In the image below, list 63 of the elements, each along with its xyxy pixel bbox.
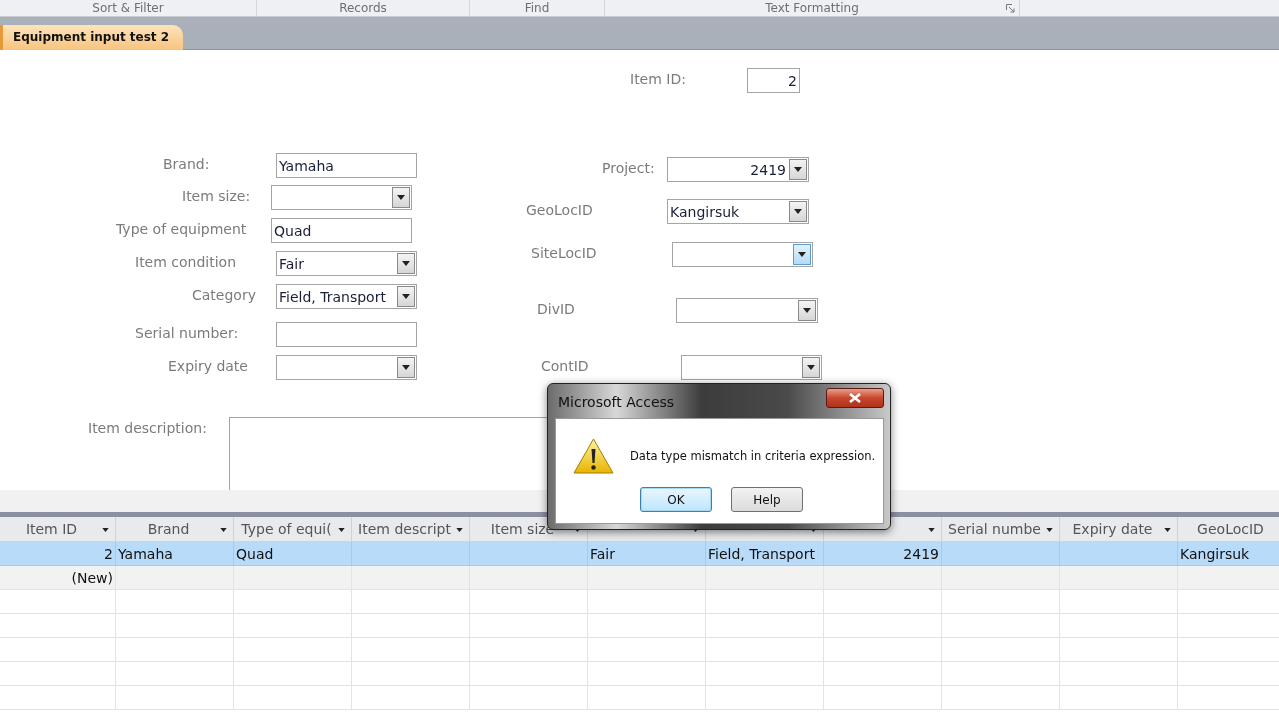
caret-icon [807, 365, 815, 370]
column-header[interactable]: GeoLocID [1178, 517, 1279, 542]
combo-box[interactable]: Field, Transport [276, 284, 417, 309]
dropdown-button[interactable] [397, 286, 415, 307]
column-header[interactable]: Item ID [0, 517, 116, 542]
document-tab[interactable]: Equipment input test 2 [0, 25, 184, 50]
field-label: Expiry date [168, 358, 248, 375]
field-label: Project: [602, 160, 655, 177]
dialog-launcher-icon[interactable] [1006, 4, 1015, 13]
dialog-title: Microsoft Access [558, 394, 675, 410]
field-label: Category [192, 287, 256, 304]
dialog-button[interactable]: Help [731, 487, 803, 512]
close-icon [849, 393, 861, 403]
field-label: Item ID: [630, 71, 686, 88]
ribbon-group-label: Records [339, 1, 387, 15]
caret-icon [402, 294, 410, 299]
ribbon-group-label: Find [524, 1, 550, 15]
ribbon-group-label: Sort & Filter [92, 1, 164, 15]
dropdown-button[interactable] [798, 300, 816, 321]
field-label: GeoLocID [526, 202, 593, 219]
field-label: Item condition [135, 254, 237, 271]
table-cell: (New) [0, 566, 116, 590]
dropdown-button[interactable] [789, 201, 807, 222]
field-label: SiteLocID [531, 245, 597, 262]
column-header[interactable]: Type of equi( [234, 517, 352, 542]
combo-box[interactable]: Fair [276, 251, 417, 276]
dropdown-button[interactable] [397, 357, 415, 378]
dropdown-button[interactable] [789, 159, 807, 180]
field-label: Item size: [182, 188, 251, 205]
field-label: Brand: [163, 156, 210, 173]
input-field[interactable]: Yamaha [276, 153, 417, 178]
caret-icon [803, 308, 811, 313]
close-button[interactable] [826, 388, 884, 408]
dialog-message: Data type mismatch in criteria expression. [630, 449, 876, 463]
column-header[interactable]: Item descript [352, 517, 470, 542]
combo-box[interactable]: 2419 [667, 157, 809, 182]
caret-icon [402, 365, 410, 370]
combo-box[interactable]: Kangirsuk [667, 199, 809, 224]
caret-icon [397, 195, 405, 200]
caret-icon [798, 252, 806, 257]
field-label: ContID [541, 358, 589, 375]
caret-icon [794, 209, 802, 214]
dropdown-button[interactable] [793, 244, 811, 265]
field-label: DivID [537, 301, 575, 318]
column-header[interactable]: Expiry date [1060, 517, 1178, 542]
field-label: Serial number: [135, 325, 239, 342]
table-row[interactable]: (New) [0, 566, 1279, 590]
column-header[interactable]: Brand [116, 517, 234, 542]
input-field[interactable]: 2 [747, 68, 800, 93]
caret-icon [794, 167, 802, 172]
dropdown-button[interactable] [397, 253, 415, 274]
field-label: Type of equipment [116, 221, 247, 238]
input-field[interactable]: Quad [271, 218, 412, 243]
dialog-button[interactable]: OK [640, 487, 712, 512]
input-field[interactable] [276, 322, 417, 347]
column-header[interactable]: Serial numbe [942, 517, 1060, 542]
dropdown-button[interactable] [802, 357, 820, 378]
field-label: Item description: [88, 420, 207, 437]
warning-icon [573, 438, 614, 475]
ribbon-group-label: Text Formatting [765, 1, 859, 15]
table-row[interactable]: 2 Yamaha Quad Fair Field, Transport 2419 Kangirsuk [0, 542, 1279, 566]
caret-icon [402, 261, 410, 266]
dropdown-button[interactable] [392, 187, 410, 208]
